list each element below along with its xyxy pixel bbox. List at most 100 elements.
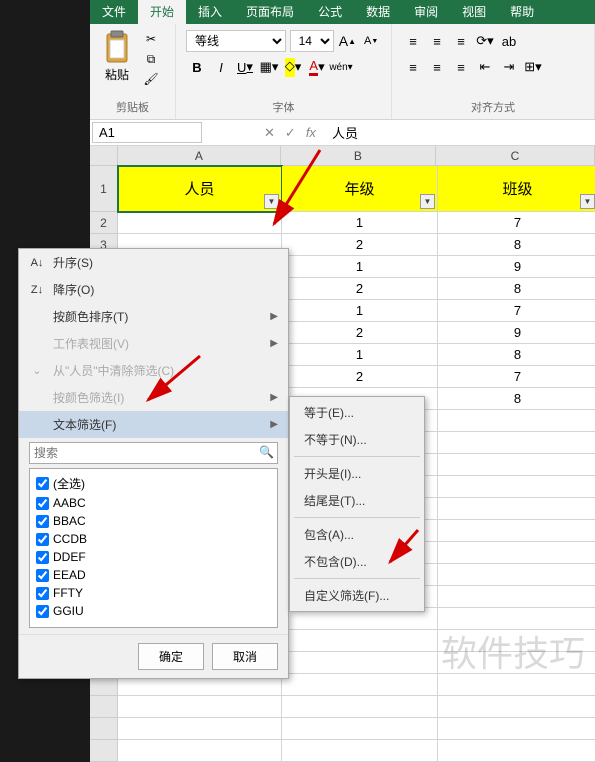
border-button[interactable]: ▦▾: [258, 56, 280, 78]
cell[interactable]: [118, 212, 282, 234]
fill-color-button[interactable]: ◇▾: [282, 56, 304, 78]
merge-button[interactable]: ⊞▾: [522, 56, 544, 78]
cell[interactable]: [438, 564, 595, 586]
row-header[interactable]: 2: [90, 212, 118, 234]
text-filters-item[interactable]: 文本筛选(F) ▶: [19, 411, 288, 438]
font-color-button[interactable]: A▾: [306, 56, 328, 78]
bold-button[interactable]: B: [186, 56, 208, 78]
cell[interactable]: [282, 630, 438, 652]
select-all-corner[interactable]: [90, 146, 118, 166]
cell[interactable]: 8: [438, 388, 595, 410]
custom-filter-item[interactable]: 自定义筛选(F)...: [290, 582, 424, 609]
cell[interactable]: [438, 432, 595, 454]
align-top-button[interactable]: ≡: [402, 30, 424, 52]
cell[interactable]: [438, 410, 595, 432]
checkbox[interactable]: [36, 605, 49, 618]
cell[interactable]: [282, 696, 438, 718]
cell[interactable]: [438, 652, 595, 674]
checkbox[interactable]: [36, 497, 49, 510]
cell[interactable]: 7: [438, 300, 595, 322]
begins-with-item[interactable]: 开头是(I)...: [290, 460, 424, 487]
checkbox[interactable]: [36, 533, 49, 546]
filter-checkbox-item[interactable]: EEAD: [34, 566, 273, 584]
row-header[interactable]: [90, 718, 118, 740]
contains-item[interactable]: 包含(A)...: [290, 521, 424, 548]
cell[interactable]: [438, 740, 595, 762]
tab-页面布局[interactable]: 页面布局: [234, 0, 306, 24]
filter-checkbox-item[interactable]: AABC: [34, 494, 273, 512]
cell[interactable]: 8: [438, 344, 595, 366]
cancel-button[interactable]: 取消: [212, 643, 278, 670]
cell[interactable]: [438, 630, 595, 652]
indent-dec-button[interactable]: ⇤: [474, 56, 496, 78]
indent-inc-button[interactable]: ⇥: [498, 56, 520, 78]
formula-input[interactable]: [326, 123, 595, 142]
cell[interactable]: [118, 696, 282, 718]
not-contains-item[interactable]: 不包含(D)...: [290, 548, 424, 575]
align-left-button[interactable]: ≡: [402, 56, 424, 78]
font-size-select[interactable]: 14: [290, 30, 334, 52]
cell[interactable]: 8: [438, 234, 595, 256]
cell[interactable]: 9: [438, 322, 595, 344]
ends-with-item[interactable]: 结尾是(T)...: [290, 487, 424, 514]
row-header[interactable]: 1: [90, 166, 118, 212]
cell[interactable]: [438, 674, 595, 696]
checkbox[interactable]: [36, 477, 49, 490]
cell[interactable]: 2: [282, 234, 438, 256]
checkbox[interactable]: [36, 569, 49, 582]
font-name-select[interactable]: 等线: [186, 30, 286, 52]
filter-checkbox-item[interactable]: (全选): [34, 473, 273, 494]
tab-插入[interactable]: 插入: [186, 0, 234, 24]
filter-checkbox-item[interactable]: DDEF: [34, 548, 273, 566]
cell[interactable]: [438, 608, 595, 630]
ok-button[interactable]: 确定: [138, 643, 204, 670]
cell[interactable]: [438, 498, 595, 520]
cell[interactable]: [282, 740, 438, 762]
column-header-C[interactable]: C: [436, 146, 595, 166]
underline-button[interactable]: U▾: [234, 56, 256, 78]
tab-开始[interactable]: 开始: [138, 0, 186, 24]
cell[interactable]: 7: [438, 366, 595, 388]
sort-descending-item[interactable]: Z↓ 降序(O): [19, 276, 288, 303]
cell[interactable]: [438, 520, 595, 542]
tab-审阅[interactable]: 审阅: [402, 0, 450, 24]
equals-item[interactable]: 等于(E)...: [290, 399, 424, 426]
cell[interactable]: [438, 542, 595, 564]
tab-数据[interactable]: 数据: [354, 0, 402, 24]
filter-button[interactable]: ▼: [580, 194, 595, 209]
cut-button[interactable]: ✂: [142, 30, 160, 48]
row-header[interactable]: [90, 696, 118, 718]
cell[interactable]: [438, 696, 595, 718]
cell[interactable]: [282, 718, 438, 740]
cell[interactable]: 7: [438, 212, 595, 234]
filter-checkbox-item[interactable]: BBAC: [34, 512, 273, 530]
cell[interactable]: 2: [282, 322, 438, 344]
sort-ascending-item[interactable]: A↓ 升序(S): [19, 249, 288, 276]
cell[interactable]: [438, 586, 595, 608]
checkbox[interactable]: [36, 551, 49, 564]
not-equals-item[interactable]: 不等于(N)...: [290, 426, 424, 453]
checkbox[interactable]: [36, 515, 49, 528]
tab-公式[interactable]: 公式: [306, 0, 354, 24]
enter-icon[interactable]: ✓: [285, 125, 296, 141]
filter-checkbox-item[interactable]: GGIU: [34, 602, 273, 620]
filter-checkbox-item[interactable]: FFTY: [34, 584, 273, 602]
cell[interactable]: [438, 454, 595, 476]
cell[interactable]: [118, 740, 282, 762]
increase-font-button[interactable]: A▲: [338, 30, 358, 52]
cell[interactable]: [438, 476, 595, 498]
phonetic-button[interactable]: wén▾: [330, 56, 352, 78]
decrease-font-button[interactable]: A▼: [361, 30, 381, 52]
sort-by-color-item[interactable]: 按颜色排序(T) ▶: [19, 303, 288, 330]
filter-values-list[interactable]: (全选)AABCBBACCCDBDDEFEEADFFTYGGIU: [29, 468, 278, 628]
cell[interactable]: 2: [282, 366, 438, 388]
cell[interactable]: 1: [282, 212, 438, 234]
header-cell[interactable]: 人员▼: [118, 166, 282, 212]
cell[interactable]: [282, 674, 438, 696]
filter-search-input[interactable]: [29, 442, 278, 464]
align-center-button[interactable]: ≡: [426, 56, 448, 78]
cell[interactable]: 2: [282, 278, 438, 300]
orientation-button[interactable]: ⟳▾: [474, 30, 496, 52]
cancel-icon[interactable]: ✕: [264, 125, 275, 141]
header-cell[interactable]: 年级▼: [282, 166, 438, 212]
